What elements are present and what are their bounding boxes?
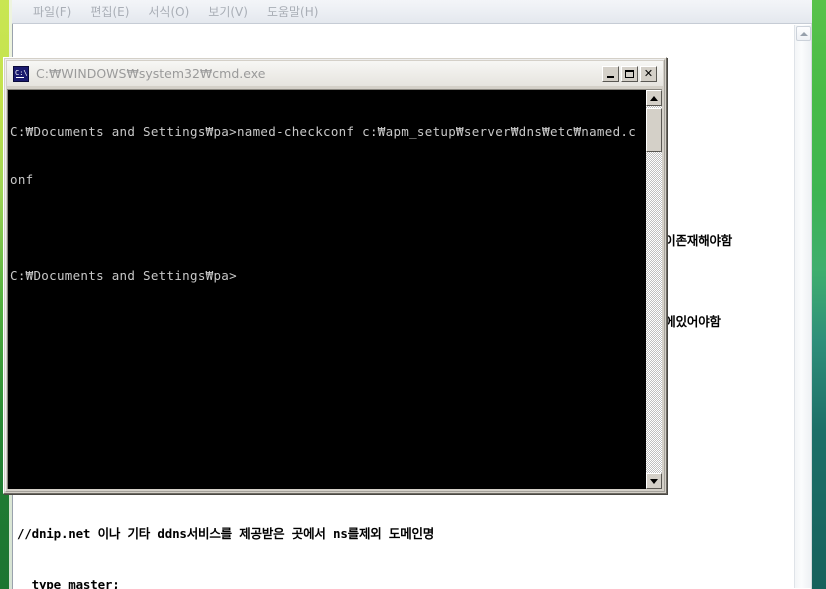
console-line: C:₩Documents and Settings₩pa>named-check…	[10, 124, 637, 139]
cmd-scrollbar-thumb[interactable]	[646, 108, 662, 152]
close-button[interactable]: ✕	[640, 65, 657, 82]
cmd-titlebar[interactable]: C:₩WINDOWS₩system32₩cmd.exe ✕	[7, 61, 663, 86]
notepad-bottom-text: //dnip.net 이나 기타 ddns서비스를 제공받은 곳에서 ns를제외…	[17, 491, 797, 589]
minimize-button[interactable]	[602, 65, 619, 82]
notepad-menubar: 파일(F) 편집(E) 서식(O) 보기(V) 도움말(H)	[12, 0, 812, 24]
cmd-window[interactable]: C:₩WINDOWS₩system32₩cmd.exe ✕ C:₩Documen…	[3, 57, 667, 494]
scroll-up-button[interactable]	[796, 26, 811, 41]
menu-item-edit[interactable]: 편집(E)	[81, 2, 139, 22]
screen-root: 파일(F) 편집(E) 서식(O) 보기(V) 도움말(H) options{ …	[0, 0, 826, 589]
config-line: type master;	[17, 577, 120, 589]
menu-item-file[interactable]: 파일(F)	[24, 2, 81, 22]
notepad-occluded-line-2: 로에있어야함	[653, 279, 803, 364]
cmd-window-controls: ✕	[600, 65, 657, 82]
close-icon: ✕	[643, 67, 654, 80]
menu-item-view[interactable]: 보기(V)	[199, 2, 258, 22]
triangle-up-icon	[650, 95, 658, 101]
maximize-icon	[625, 69, 634, 78]
cmd-scroll-up-button[interactable]	[646, 90, 662, 106]
console-line: onf	[10, 172, 34, 187]
cmd-scroll-down-button[interactable]	[646, 473, 662, 489]
chevron-up-icon	[799, 31, 808, 36]
config-line-fragment: 일이존재해야함	[653, 233, 733, 248]
cmd-console-text: C:₩Documents and Settings₩pa>named-check…	[10, 92, 647, 316]
config-line-fragment: 로에있어야함	[653, 314, 721, 329]
triangle-down-icon	[650, 478, 658, 484]
cmd-console-icon	[13, 65, 29, 82]
minimize-icon	[607, 75, 614, 78]
menu-item-help[interactable]: 도움말(H)	[258, 2, 329, 22]
menu-item-format[interactable]: 서식(O)	[139, 2, 199, 22]
notepad-menu-list: 파일(F) 편집(E) 서식(O) 보기(V) 도움말(H)	[12, 0, 812, 24]
cmd-vertical-scrollbar[interactable]	[646, 89, 662, 489]
notepad-occluded-line-1: 일이존재해야함	[653, 198, 803, 283]
cmd-console-output[interactable]: C:₩Documents and Settings₩pa>named-check…	[7, 89, 647, 489]
config-line: //dnip.net 이나 기타 ddns서비스를 제공받은 곳에서 ns를제외…	[17, 526, 435, 541]
maximize-button[interactable]	[621, 65, 638, 82]
right-accent-strip	[812, 0, 826, 589]
notepad-vertical-scrollbar[interactable]	[794, 25, 811, 588]
cmd-title-text: C:₩WINDOWS₩system32₩cmd.exe	[36, 66, 266, 81]
console-line: C:₩Documents and Settings₩pa>	[10, 268, 237, 283]
